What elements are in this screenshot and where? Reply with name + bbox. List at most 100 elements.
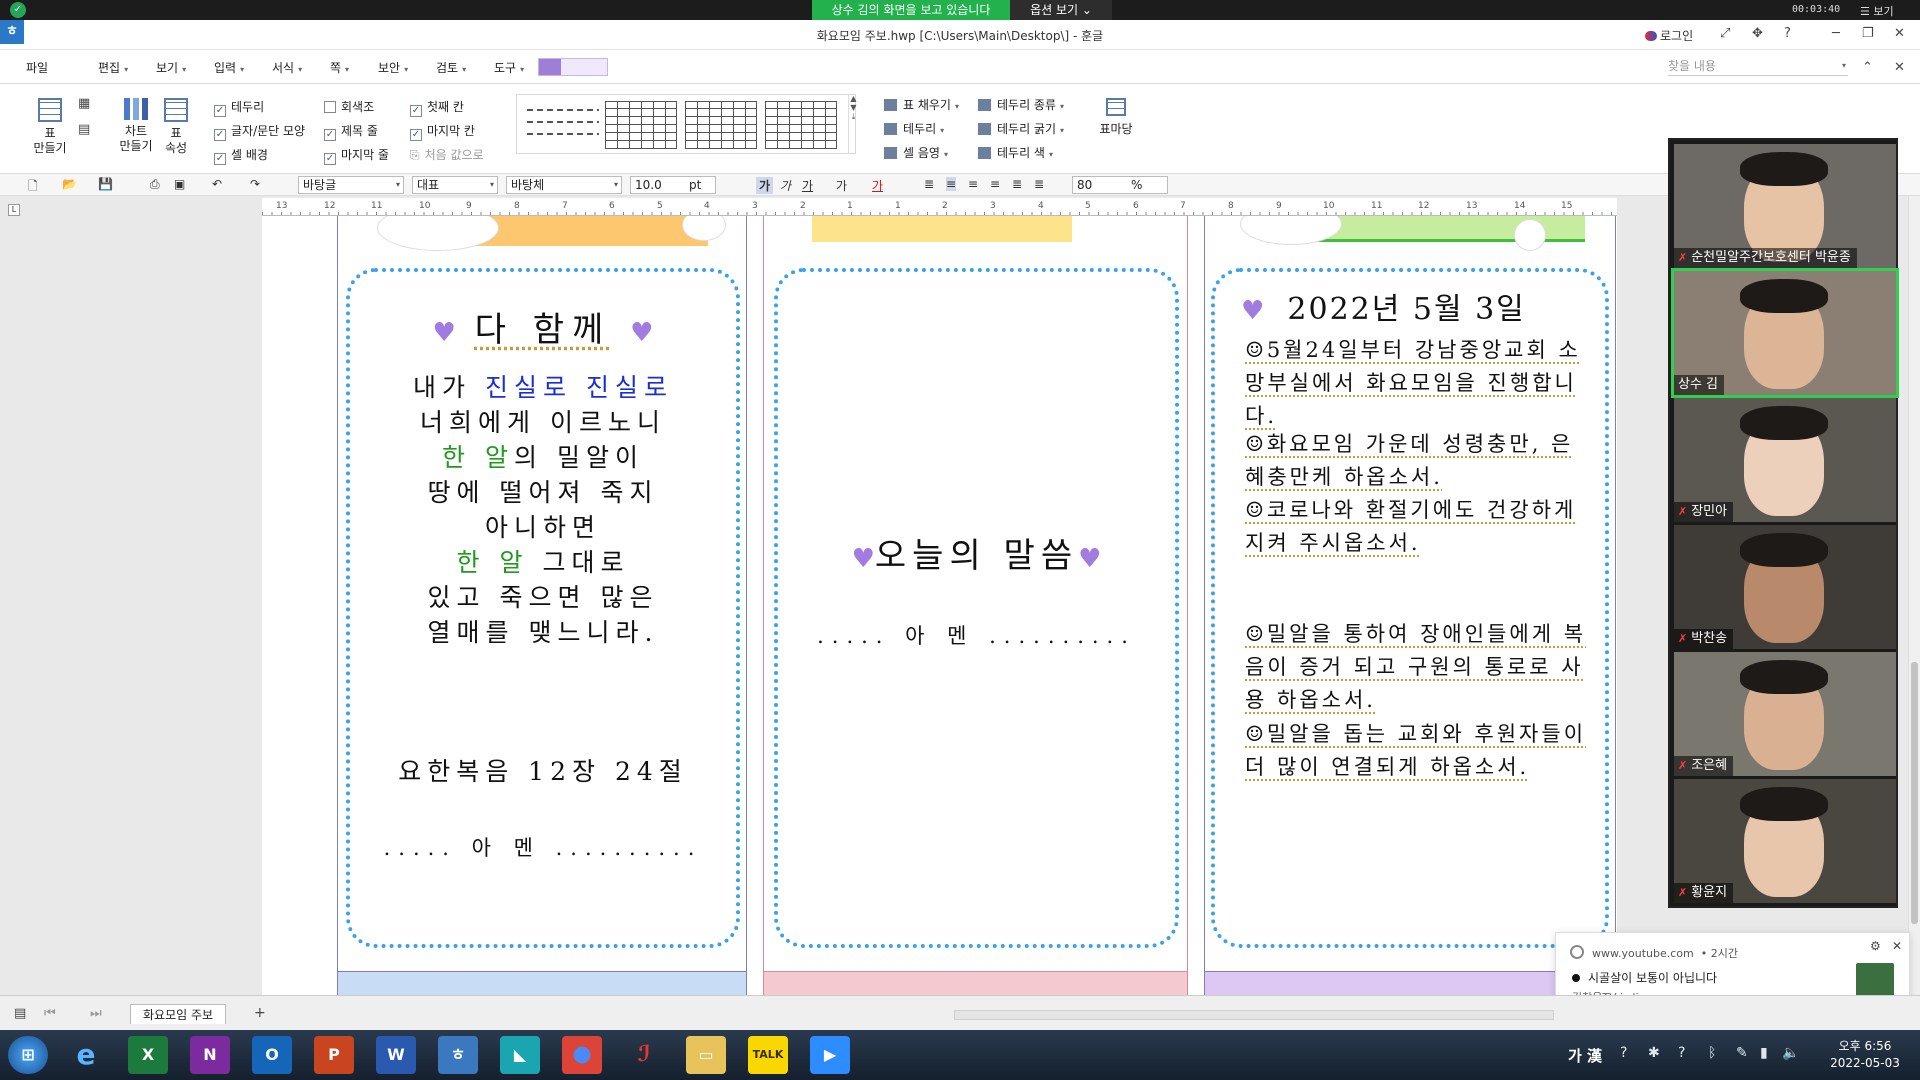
align-distribute-icon[interactable]: ≣ bbox=[1012, 177, 1022, 191]
align-split-icon[interactable]: ≣ bbox=[1034, 177, 1044, 191]
border-button[interactable]: 테두리 ▾ bbox=[884, 120, 944, 137]
table-fill-button[interactable]: 표 채우기 ▾ bbox=[884, 96, 959, 113]
save-icon[interactable]: 💾 bbox=[98, 177, 113, 191]
powerpoint-icon[interactable]: P bbox=[314, 1036, 354, 1074]
underline-button[interactable]: 가 bbox=[802, 177, 813, 194]
check-last-row[interactable]: ✓ 마지막 줄 bbox=[324, 146, 389, 165]
check-cell-bg[interactable]: ✓ 셀 배경 bbox=[214, 146, 268, 165]
table-pattern-button[interactable]: 표마당 bbox=[1094, 98, 1138, 137]
table-props-button[interactable]: 표 속성 bbox=[158, 98, 194, 156]
table-style-4[interactable] bbox=[765, 101, 837, 149]
kakaotalk-icon[interactable]: TALK bbox=[748, 1036, 788, 1074]
start-button[interactable]: ⊞ bbox=[8, 1036, 48, 1074]
tab-stop-icon[interactable]: L bbox=[8, 204, 20, 216]
print-icon[interactable]: ⎙ bbox=[150, 177, 160, 192]
menu-review[interactable]: 검토 ▾ bbox=[436, 59, 466, 76]
help-icon[interactable]: ? bbox=[1784, 26, 1791, 41]
move-icon[interactable]: ✥ bbox=[1752, 26, 1763, 41]
participant-tile[interactable]: ✗ 황윤지 bbox=[1674, 779, 1896, 903]
language-select[interactable]: 대표 ▾ bbox=[412, 176, 498, 194]
check-last-col[interactable]: ✓ 마지막 칸 bbox=[410, 122, 475, 141]
check-grayscale[interactable]: 회색조 bbox=[324, 98, 374, 115]
horizontal-ruler[interactable]: 13 12 11 10 9 8 7 6 5 4 3 2 1 1 2 3 4 5 6 7 8 9 10 11 12 13 14 15 bbox=[262, 198, 1617, 216]
border-color-button[interactable]: 테두리 색 ▾ bbox=[978, 144, 1053, 161]
menu-edit[interactable]: 편집 ▾ bbox=[98, 59, 128, 76]
tab-nav-last-icon[interactable]: ⏭ bbox=[90, 1006, 102, 1021]
reset-to-default[interactable]: ⎘ 처음 값으로 bbox=[410, 146, 484, 163]
pen-tray-icon[interactable]: ✎ bbox=[1736, 1045, 1748, 1061]
share-view-button[interactable]: ☰ 보기 bbox=[1860, 3, 1894, 19]
tray-help-icon[interactable]: ? bbox=[1678, 1045, 1685, 1061]
zoom-icon[interactable]: ▶ bbox=[810, 1036, 850, 1074]
tab-nav-first-icon[interactable]: ⏮ bbox=[44, 1006, 56, 1021]
hangul-icon[interactable]: ㅎ bbox=[438, 1036, 478, 1074]
grid-view-icon[interactable] bbox=[561, 59, 583, 75]
chrome-taskbar-icon[interactable] bbox=[562, 1036, 602, 1074]
ie-icon[interactable]: e bbox=[66, 1036, 106, 1074]
close-doc-icon[interactable]: ✕ bbox=[1894, 60, 1905, 75]
menu-tools[interactable]: 도구 ▾ bbox=[494, 59, 524, 76]
bluetooth-icon[interactable]: ᛒ bbox=[1708, 1045, 1716, 1061]
preview-icon[interactable]: ▣ bbox=[174, 177, 185, 191]
font-color-button[interactable]: 가 bbox=[872, 177, 883, 194]
menu-page[interactable]: 쪽 ▾ bbox=[330, 59, 349, 76]
border-type-button[interactable]: 테두리 종류 ▾ bbox=[978, 96, 1064, 113]
menu-view[interactable]: 보기 ▾ bbox=[156, 59, 186, 76]
settings-gear-icon[interactable]: ⚙ bbox=[1870, 939, 1881, 953]
table-style-1[interactable] bbox=[527, 109, 599, 111]
strike-button[interactable]: 가 bbox=[836, 177, 847, 194]
cell-shade-button[interactable]: 셀 음영 ▾ bbox=[884, 144, 948, 161]
menu-file[interactable]: 파일 bbox=[26, 59, 48, 76]
notification-close-icon[interactable]: ✕ bbox=[1892, 939, 1902, 953]
table-edit-icon[interactable]: ▦ bbox=[78, 96, 90, 111]
chart-make-button[interactable]: 차트 만들기 bbox=[110, 98, 162, 154]
menu-insert[interactable]: 입력 ▾ bbox=[214, 59, 244, 76]
table-style-2[interactable] bbox=[605, 101, 677, 149]
font-size-input[interactable]: 10.0 pt bbox=[630, 176, 716, 194]
participant-tile[interactable]: ✗ 순천밀알주간보호센터 박윤종 bbox=[1674, 144, 1896, 268]
acrobat-icon[interactable]: ℐ bbox=[624, 1036, 664, 1074]
vertical-scrollbar[interactable] bbox=[1908, 196, 1920, 995]
new-doc-icon[interactable]: 🗋 bbox=[28, 177, 38, 198]
align-justify-icon[interactable]: ≣ bbox=[924, 177, 934, 191]
align-left-icon[interactable]: ≡ bbox=[946, 177, 957, 191]
participant-tile[interactable]: ✗ 조은혜 bbox=[1674, 652, 1896, 776]
view-options-button[interactable]: 옵션 보기 ⌄ bbox=[1010, 0, 1112, 20]
undo-icon[interactable]: ↶ bbox=[212, 177, 222, 191]
check-first-col[interactable]: ✓ 첫째 칸 bbox=[410, 98, 464, 117]
check-char-para[interactable]: ✓ 글자/문단 모양 bbox=[214, 122, 305, 141]
border-width-button[interactable]: 테두리 굵기 ▾ bbox=[978, 120, 1064, 137]
chevron-up-icon[interactable]: ⌃ bbox=[1862, 60, 1873, 75]
align-center-icon[interactable]: ≡ bbox=[968, 177, 978, 191]
fullscreen-icon[interactable]: ⤢ bbox=[1720, 26, 1730, 41]
document-page[interactable]: ♥ 다 함께 ♥ 내가 진실로 진실로 너희에게 이르노니 한 알의 밀알이 땅에 떨… bbox=[262, 216, 1617, 995]
ribbon-view-toggle[interactable] bbox=[538, 58, 608, 76]
check-title-row[interactable]: ✓ 제목 줄 bbox=[324, 122, 378, 141]
tab-document[interactable]: 화요모임 주보 bbox=[130, 1004, 227, 1024]
table-draw-icon[interactable]: ▤ bbox=[78, 122, 90, 137]
onenote-icon[interactable]: N bbox=[190, 1036, 230, 1074]
tab-list-icon[interactable]: ▤ bbox=[14, 1006, 26, 1021]
italic-button[interactable]: 가 bbox=[780, 177, 791, 194]
add-tab-icon[interactable]: + bbox=[254, 1005, 266, 1021]
word-icon[interactable]: W bbox=[376, 1036, 416, 1074]
redo-icon[interactable]: ↷ bbox=[250, 177, 260, 191]
scroll-thumb[interactable] bbox=[1911, 662, 1918, 924]
system-clock[interactable]: 오후 6:56 2022-05-03 bbox=[1815, 1038, 1915, 1072]
tray-gear-icon[interactable]: ✱ bbox=[1648, 1045, 1660, 1061]
explorer-icon[interactable]: ▭ bbox=[686, 1036, 726, 1074]
participant-tile[interactable]: ✗ 장민아 bbox=[1674, 398, 1896, 522]
help-tray-icon[interactable]: ? bbox=[1620, 1045, 1627, 1061]
participant-tile[interactable]: ✗ 박찬송 bbox=[1674, 525, 1896, 649]
outlook-icon[interactable]: O bbox=[252, 1036, 292, 1074]
security-shield-icon[interactable]: ✓ bbox=[10, 2, 26, 18]
ribbon-view-icon[interactable] bbox=[539, 59, 561, 75]
volume-icon[interactable]: 🔈 bbox=[1782, 1045, 1799, 1061]
table-make-button[interactable]: 표 만들기 bbox=[24, 98, 76, 156]
open-folder-icon[interactable]: 📂 bbox=[62, 177, 77, 191]
login-button[interactable]: 로그인 bbox=[1645, 27, 1693, 44]
menu-format[interactable]: 서식 ▾ bbox=[272, 59, 302, 76]
check-border[interactable]: ✓ 테두리 bbox=[214, 98, 264, 117]
excel-icon[interactable]: X bbox=[128, 1036, 168, 1074]
minimize-icon[interactable]: ─ bbox=[1832, 26, 1840, 41]
